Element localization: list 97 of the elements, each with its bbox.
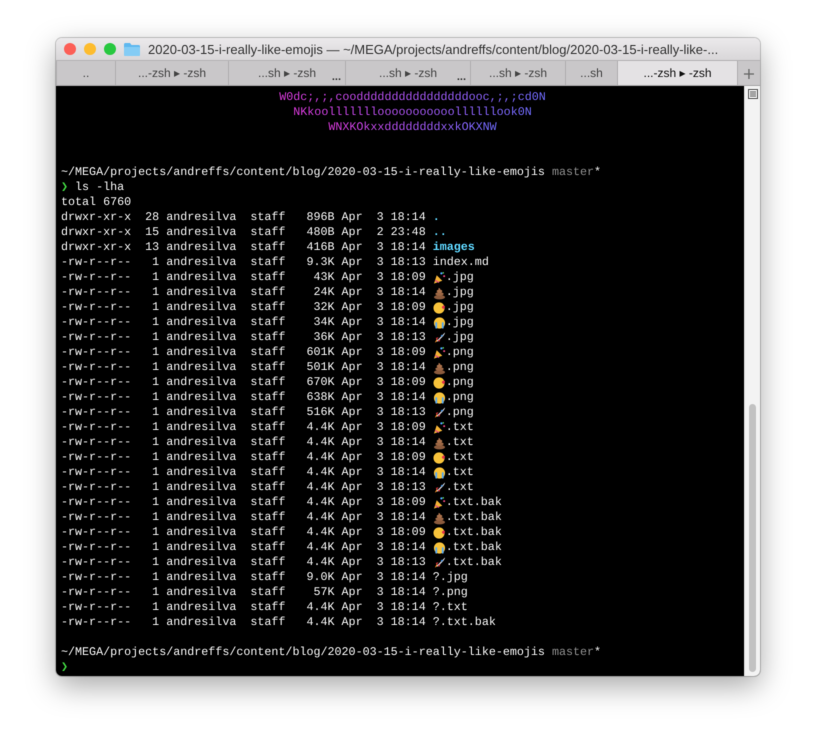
listing-details: -rw-r--r-- 1 andresilva staff 34K Apr 3 18:14 [61, 315, 426, 330]
file-name: .txt [446, 480, 474, 495]
file-name: .png [446, 390, 474, 405]
close-button[interactable] [64, 43, 76, 55]
listing-details: -rw-r--r-- 1 andresilva staff 4.4K Apr 3 18:14 [61, 510, 426, 525]
file-name: .jpg [446, 300, 474, 315]
file-name: .png [446, 375, 474, 390]
listing-details: -rw-r--r-- 1 andresilva staff 4.4K Apr 3 18:13 [61, 555, 426, 570]
file-name: .jpg [446, 330, 474, 345]
listing-details: -rw-r--r-- 1 andresilva staff 601K Apr 3 18:09 [61, 345, 426, 360]
directory-name: .. [432, 225, 447, 240]
prompt-path: ~/MEGA/projects/andreffs/content/blog/2020-03-15-i-really-like-emojis [61, 645, 545, 660]
listing-details: -rw-r--r-- 1 andresilva staff 4.4K Apr 3 18:09 [61, 495, 426, 510]
crying-face-icon [432, 316, 446, 330]
file-name: ?.png [432, 585, 468, 600]
listing-details: -rw-r--r-- 1 andresilva staff 4.4K Apr 3 18:14 [61, 615, 426, 630]
party-popper-icon [432, 346, 446, 360]
window-title: 2020-03-15-i-really-like-emojis — ~/MEGA/projects/andreffs/content/blog/2020-03-15-i-really-like-... [148, 42, 718, 56]
kiss-face-icon [432, 376, 446, 390]
prompt-path: ~/MEGA/projects/andreffs/content/blog/2020-03-15-i-really-like-emojis [61, 165, 545, 180]
more-indicator: ... [456, 71, 466, 83]
file-name: .txt [446, 435, 474, 450]
output-line: total 6760 [61, 195, 132, 210]
listing-details: -rw-r--r-- 1 andresilva staff 638K Apr 3 18:14 [61, 390, 426, 405]
file-name: .jpg [446, 285, 474, 300]
party-popper-icon [432, 420, 446, 434]
party-popper-icon [432, 270, 446, 284]
listing-details: drwxr-xr-x 28 andresilva staff 896B Apr 3 18:14 [61, 210, 426, 225]
crying-face-icon [432, 390, 446, 404]
command-text: ls -lha [75, 180, 124, 195]
file-name: .txt [446, 420, 474, 435]
file-name: .txt.bak [446, 495, 502, 510]
file-name: .txt.bak [446, 510, 502, 525]
menu-icon[interactable] [748, 89, 758, 99]
listing-details: -rw-r--r-- 1 andresilva staff 9.0K Apr 3 18:14 [61, 570, 426, 585]
listing-details: -rw-r--r-- 1 andresilva staff 43K Apr 3 18:09 [61, 270, 426, 285]
listing-details: -rw-r--r-- 1 andresilva staff 36K Apr 3 18:13 [61, 330, 426, 345]
minimize-button[interactable] [84, 43, 96, 55]
git-branch: master [552, 165, 594, 180]
file-name: index.md [432, 255, 489, 270]
file-name: .txt [446, 465, 474, 480]
listing-details: -rw-r--r-- 1 andresilva staff 4.4K Apr 3 18:14 [61, 465, 426, 480]
git-branch: master [552, 645, 594, 660]
poop-icon [432, 436, 446, 450]
listing-details: -rw-r--r-- 1 andresilva staff 4.4K Apr 3 18:09 [61, 450, 426, 465]
party-popper-icon [432, 496, 446, 510]
folder-icon [124, 42, 140, 56]
kiss-face-icon [432, 450, 446, 464]
listing-details: -rw-r--r-- 1 andresilva staff 501K Apr 3 18:14 [61, 360, 426, 375]
listing-details: -rw-r--r-- 1 andresilva staff 4.4K Apr 3 18:14 [61, 600, 426, 615]
zoom-button[interactable] [104, 43, 116, 55]
listing-details: -rw-r--r-- 1 andresilva staff 670K Apr 3 18:09 [61, 375, 426, 390]
file-name: .txt.bak [446, 525, 502, 540]
file-name: .txt.bak [446, 555, 502, 570]
file-name: ?.txt [432, 600, 468, 615]
dirty-marker: * [594, 645, 602, 660]
more-indicator: ... [332, 71, 341, 83]
kiss-face-icon [432, 526, 446, 540]
poop-icon [432, 510, 446, 524]
file-name: ?.jpg [432, 570, 468, 585]
tab[interactable]: ...-zsh ▸ -zsh [617, 61, 737, 85]
poop-icon [432, 286, 446, 300]
kiss-face-icon [432, 300, 446, 314]
rocket-icon [432, 406, 446, 420]
file-name: .png [446, 405, 474, 420]
listing-details: -rw-r--r-- 1 andresilva staff 4.4K Apr 3 18:14 [61, 540, 426, 555]
rocket-icon [432, 330, 446, 344]
file-name: ?.txt.bak [432, 615, 496, 630]
rocket-icon [432, 480, 446, 494]
poop-icon [432, 360, 446, 374]
file-name: .png [446, 360, 474, 375]
crying-face-icon [432, 466, 446, 480]
listing-details: -rw-r--r-- 1 andresilva staff 516K Apr 3 18:13 [61, 405, 426, 420]
listing-details: -rw-r--r-- 1 andresilva staff 57K Apr 3 18:14 [61, 585, 426, 600]
scrollbar[interactable] [744, 86, 760, 676]
rocket-icon [432, 556, 446, 570]
listing-details: -rw-r--r-- 1 andresilva staff 4.4K Apr 3 18:14 [61, 435, 426, 450]
file-name: .txt.bak [446, 540, 502, 555]
listing-details: -rw-r--r-- 1 andresilva staff 4.4K Apr 3 18:09 [61, 420, 426, 435]
listing-details: drwxr-xr-x 15 andresilva staff 480B Apr 2 23:48 [61, 225, 426, 240]
file-name: .jpg [446, 270, 474, 285]
listing-details: drwxr-xr-x 13 andresilva staff 416B Apr 3 18:14 [61, 240, 426, 255]
listing-details: -rw-r--r-- 1 andresilva staff 4.4K Apr 3 18:09 [61, 525, 426, 540]
crying-face-icon [432, 540, 446, 554]
file-name: .txt [446, 450, 474, 465]
listing-details: -rw-r--r-- 1 andresilva staff 4.4K Apr 3 18:13 [61, 480, 426, 495]
dirty-marker: * [594, 165, 602, 180]
prompt-symbol: ❯ [61, 180, 68, 195]
prompt-symbol: ❯ [61, 660, 68, 675]
directory-name: . [432, 210, 440, 225]
listing-details: -rw-r--r-- 1 andresilva staff 24K Apr 3 18:14 [61, 285, 426, 300]
file-name: .png [446, 345, 474, 360]
listing-details: -rw-r--r-- 1 andresilva staff 32K Apr 3 18:09 [61, 300, 426, 315]
scroll-thumb[interactable] [749, 404, 756, 672]
file-name: .jpg [446, 315, 474, 330]
listing-details: -rw-r--r-- 1 andresilva staff 9.3K Apr 3 18:13 [61, 255, 426, 270]
directory-name: images [432, 240, 475, 255]
